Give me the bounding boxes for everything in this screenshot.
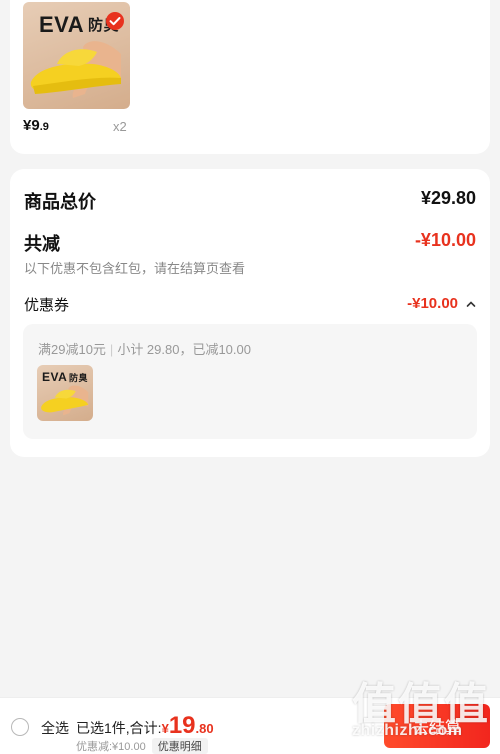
reduce-label: 共减 <box>24 234 60 254</box>
checkout-button[interactable]: 去结算 <box>384 704 490 748</box>
select-all-radio[interactable] <box>11 718 29 736</box>
reduce-value: -¥10.00 <box>414 230 476 250</box>
brand-text: EVA <box>42 370 68 384</box>
price-int: ¥9 <box>23 117 40 134</box>
quantity: x2 <box>113 119 127 134</box>
product-card: EVA 防臭 ¥9.9 x2 <box>10 0 490 154</box>
coupon-description: 满29减10元 | 小计 29.80，已减10.00 <box>38 342 251 357</box>
coupon-value[interactable]: -¥10.00 <box>407 295 458 312</box>
discount-line: 优惠减:¥10.00 优惠明细 <box>76 738 208 754</box>
total-price: ¥19.80 <box>161 712 214 739</box>
coupon-detail-box: 满29减10元 | 小计 29.80，已减10.00 EVA 防臭 <box>23 324 477 439</box>
product-image[interactable]: EVA 防臭 <box>23 2 130 109</box>
brand-text: EVA <box>39 12 85 37</box>
discount-note: 以下优惠不包含红包，请在结算页查看 <box>24 261 246 276</box>
select-all-label[interactable]: 全选 <box>41 718 69 738</box>
total-int: 19 <box>168 712 196 739</box>
coupon-rule: 满29减10元 <box>38 342 106 357</box>
coupon-product-image: EVA 防臭 <box>37 365 93 421</box>
coupon-label[interactable]: 优惠券 <box>24 294 69 315</box>
total-value: ¥29.80 <box>420 188 476 208</box>
total-dec: .80 <box>195 721 214 736</box>
brand-sub-text: 防臭 <box>69 373 89 383</box>
price-summary-card: 商品总价 ¥29.80 共减 -¥10.00 以下优惠不包含红包，请在结算页查看… <box>10 169 490 457</box>
verified-check-icon <box>106 12 124 30</box>
coupon-calc: 小计 29.80，已减10.00 <box>117 342 251 357</box>
selected-text: 已选1件,合计: <box>76 720 162 736</box>
total-yen: ¥ <box>161 721 169 736</box>
price-dec: .9 <box>39 121 49 133</box>
total-line: 已选1件,合计:¥19.80 <box>76 712 214 740</box>
discount-text: 优惠减:¥10.00 <box>76 741 146 753</box>
total-label: 商品总价 <box>24 192 96 212</box>
product-price: ¥9.9 <box>23 117 49 134</box>
discount-detail-button[interactable]: 优惠明细 <box>151 738 208 754</box>
chevron-up-icon[interactable] <box>466 300 476 308</box>
checkout-bar: 全选 已选1件,合计:¥19.80 优惠减:¥10.00 优惠明细 去结算 <box>0 697 500 754</box>
